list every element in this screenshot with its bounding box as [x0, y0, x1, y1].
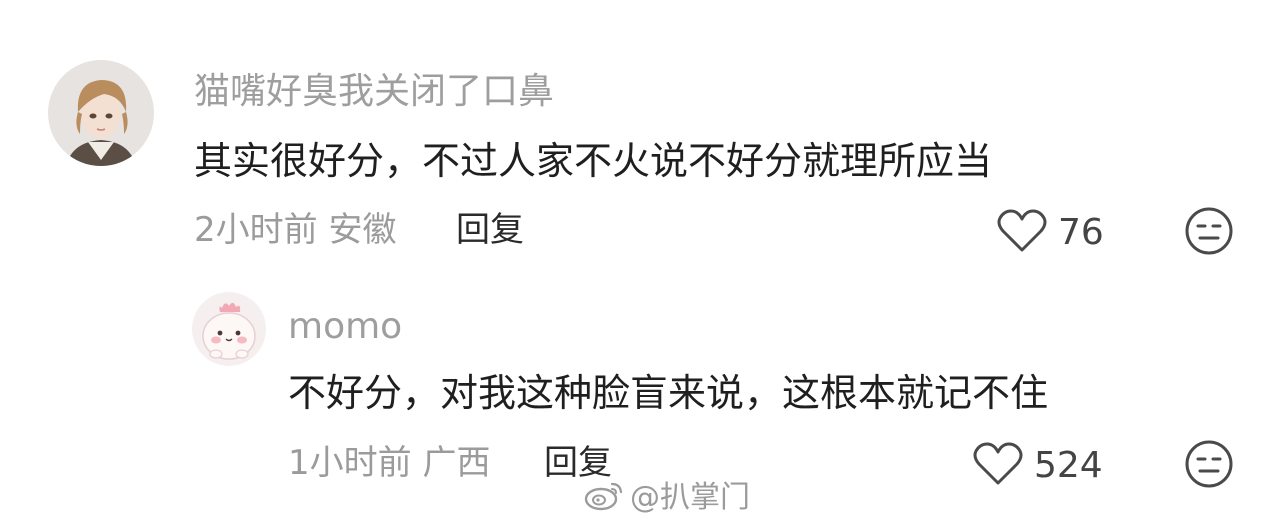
comment-content: 其实很好分，不过人家不火说不好分就理所应当	[194, 139, 993, 183]
comment-username[interactable]: momo	[288, 309, 402, 345]
avatar[interactable]	[48, 60, 154, 166]
like-count: 76	[1058, 212, 1104, 253]
avatar[interactable]	[192, 292, 266, 366]
comment-time-location: 2小时前 安徽	[194, 210, 397, 250]
dislike-button[interactable]	[1184, 439, 1234, 493]
heart-outline-icon	[972, 441, 1024, 491]
reply-button[interactable]: 回复	[456, 213, 524, 247]
reply-button[interactable]: 回复	[544, 446, 612, 480]
comment-time-location: 1小时前 广西	[288, 443, 491, 483]
like-button[interactable]: 524	[972, 441, 1103, 491]
weibo-logo-icon	[584, 478, 624, 518]
comment-username[interactable]: 猫嘴好臭我关闭了口鼻	[194, 74, 554, 110]
watermark: @扒掌门	[584, 478, 750, 518]
like-button[interactable]: 76	[996, 208, 1104, 258]
meh-face-icon	[1184, 440, 1234, 493]
meh-face-icon	[1184, 207, 1234, 260]
watermark-text: @扒掌门	[630, 480, 750, 515]
dislike-button[interactable]	[1184, 206, 1234, 260]
comment-content: 不好分，对我这种脸盲来说，这根本就记不住	[288, 371, 1049, 415]
like-count: 524	[1034, 445, 1103, 486]
heart-outline-icon	[996, 208, 1048, 258]
